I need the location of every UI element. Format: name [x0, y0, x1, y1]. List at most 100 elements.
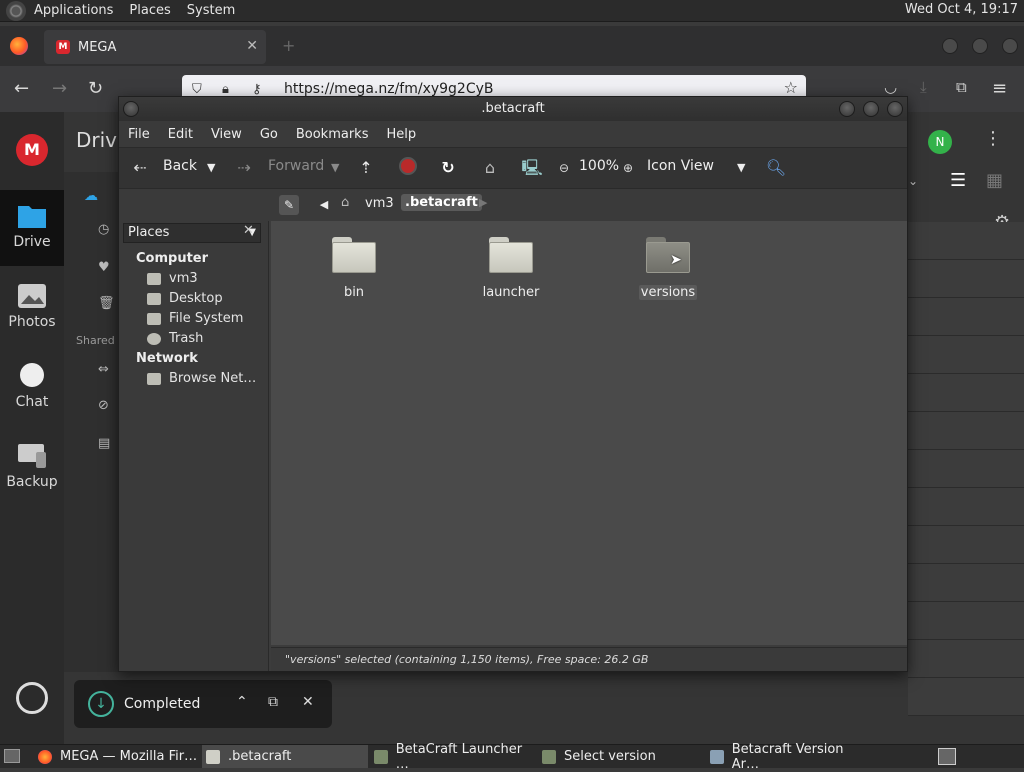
view-mode-dropdown-icon[interactable]: ▼ [737, 161, 745, 174]
maximize-button[interactable] [863, 101, 879, 117]
open-transfers-icon[interactable]: ⧉ [268, 694, 278, 710]
forward-button[interactable]: Forward [268, 158, 324, 174]
bookmark-star-icon[interactable]: ☆ [784, 78, 798, 97]
task-firefox[interactable]: MEGA — Mozilla Fir… [34, 745, 200, 768]
expand-chevron-up-icon[interactable]: ⌃ [236, 694, 248, 710]
browser-tab-mega[interactable]: M MEGA ✕ [44, 30, 266, 64]
task-betacraft-folder[interactable]: .betacraft [202, 745, 368, 768]
close-toast-icon[interactable]: ✕ [302, 694, 314, 710]
forward-history-dropdown[interactable]: ▼ [331, 161, 339, 174]
hamburger-menu-icon[interactable]: ≡ [992, 78, 1007, 99]
place-trash[interactable]: Trash [147, 331, 203, 346]
path-segment-vm3[interactable]: vm3 [365, 196, 394, 211]
close-tab-icon[interactable]: ✕ [246, 38, 258, 54]
place-browse-network[interactable]: Browse Net… [147, 371, 256, 386]
task-betacraft-launcher[interactable]: BetaCraft Launcher … [370, 742, 536, 772]
place-vm3[interactable]: vm3 [147, 271, 198, 286]
grid-view-icon[interactable]: ▦ [986, 170, 1003, 191]
side-pane-selector[interactable]: Places ▼ [123, 223, 261, 243]
mega-favicon-icon: M [56, 40, 70, 54]
favourites-heart-icon[interactable]: ♥ [98, 260, 110, 275]
public-links-icon[interactable]: ⊘ [98, 398, 109, 413]
icon-view[interactable]: bin launcher versions [271, 221, 907, 645]
nav-chat[interactable]: Chat [0, 350, 64, 426]
close-button[interactable] [887, 101, 903, 117]
back-arrow-icon[interactable]: ⇠ [129, 157, 151, 179]
up-arrow-icon[interactable]: ⇡ [355, 157, 377, 179]
file-requests-icon[interactable]: ▤ [98, 436, 110, 451]
show-desktop-icon[interactable] [4, 749, 20, 763]
reload-icon[interactable]: ↻ [88, 78, 103, 99]
transfer-toast: ↓ Completed ⌃ ⧉ ✕ [74, 680, 332, 728]
maximize-window-button[interactable] [972, 38, 988, 54]
path-segment-betacraft[interactable]: .betacraft [401, 194, 482, 211]
close-window-button[interactable] [1002, 38, 1018, 54]
rubbish-bin-icon[interactable]: 🗑︎ [98, 296, 115, 311]
stop-icon[interactable] [397, 157, 419, 179]
home-icon[interactable]: ⌂ [479, 157, 501, 179]
menu-places[interactable]: Places [121, 3, 178, 18]
extensions-icon[interactable]: ⧉ [956, 78, 967, 96]
nav-backup-label: Backup [6, 474, 58, 490]
lock-icon[interactable]: 🔒︎ [222, 82, 242, 97]
list-view-icon[interactable]: ☰ [950, 170, 966, 191]
folder-bin[interactable]: bin [309, 237, 399, 300]
task-select-version[interactable]: Select version [538, 745, 704, 768]
url-text[interactable]: https://mega.nz/fm/xy9g2CyB [284, 81, 494, 97]
distro-logo-icon[interactable] [6, 0, 26, 21]
chevron-down-icon[interactable]: ⌄ [908, 174, 918, 188]
panel-clock[interactable]: Wed Oct 4, 19:17 [905, 2, 1018, 17]
close-side-pane-icon[interactable]: ✕ [243, 223, 254, 238]
back-history-dropdown[interactable]: ▼ [207, 161, 215, 174]
minimize-button[interactable] [839, 101, 855, 117]
nav-photos[interactable]: Photos [0, 270, 64, 346]
transfers-icon[interactable] [16, 682, 48, 714]
menu-system[interactable]: System [179, 3, 243, 18]
menu-edit[interactable]: Edit [159, 127, 202, 142]
task-version-archive[interactable]: Betacraft Version Ar… [706, 742, 872, 772]
menu-file[interactable]: File [119, 127, 159, 142]
more-options-icon[interactable]: ⋮ [984, 128, 1002, 149]
shield-icon[interactable]: ⛉ [192, 82, 212, 97]
zoom-out-icon[interactable]: ⊖ [553, 157, 575, 179]
menu-applications[interactable]: Applications [26, 3, 121, 18]
path-scroll-left-icon[interactable]: ◀ [315, 195, 333, 215]
new-tab-icon[interactable]: + [282, 36, 295, 55]
folder-name: bin [343, 285, 365, 300]
toggle-location-edit-icon[interactable]: ✎ [279, 195, 299, 215]
search-icon[interactable]: 🔍︎ [765, 157, 787, 179]
computer-icon[interactable]: 🖳 [521, 157, 543, 179]
avatar[interactable]: N [928, 130, 952, 154]
pocket-icon[interactable]: ◡ [884, 78, 897, 96]
reload-icon[interactable]: ↻ [437, 157, 459, 179]
menu-go[interactable]: Go [251, 127, 287, 142]
mega-logo-icon[interactable]: M [16, 134, 48, 166]
recents-clock-icon[interactable]: ◷ [98, 222, 109, 237]
menu-view[interactable]: View [202, 127, 251, 142]
forward-arrow-icon[interactable]: ⇢ [233, 157, 255, 179]
back-button[interactable]: Back [163, 158, 197, 174]
view-mode-select[interactable]: Icon View [647, 158, 714, 174]
forward-arrow-icon[interactable]: → [52, 78, 67, 99]
folder-versions[interactable]: versions [623, 237, 713, 300]
folder-icon [489, 237, 533, 273]
window-titlebar[interactable]: .betacraft [119, 97, 907, 121]
workspace-switcher[interactable] [938, 748, 956, 765]
nav-drive[interactable]: Drive [0, 190, 64, 266]
minimize-window-button[interactable] [942, 38, 958, 54]
place-desktop[interactable]: Desktop [147, 291, 223, 306]
folder-launcher[interactable]: launcher [466, 237, 556, 300]
downloads-icon[interactable]: ⤓ [920, 78, 927, 96]
shared-items-icon[interactable]: ⇔ [98, 362, 109, 377]
path-scroll-right-icon[interactable]: ▶ [479, 196, 487, 209]
key-icon[interactable]: ⚷ [252, 82, 272, 97]
nav-backup[interactable]: Backup [0, 430, 64, 506]
zoom-in-icon[interactable]: ⊕ [617, 157, 639, 179]
menu-bookmarks[interactable]: Bookmarks [287, 127, 378, 142]
place-label: vm3 [169, 271, 198, 286]
place-file-system[interactable]: File System [147, 311, 243, 326]
cloud-drive-icon[interactable]: ☁ [84, 188, 98, 204]
back-arrow-icon[interactable]: ← [14, 78, 29, 99]
menu-help[interactable]: Help [377, 127, 425, 142]
menu-bar: File Edit View Go Bookmarks Help [119, 121, 907, 147]
